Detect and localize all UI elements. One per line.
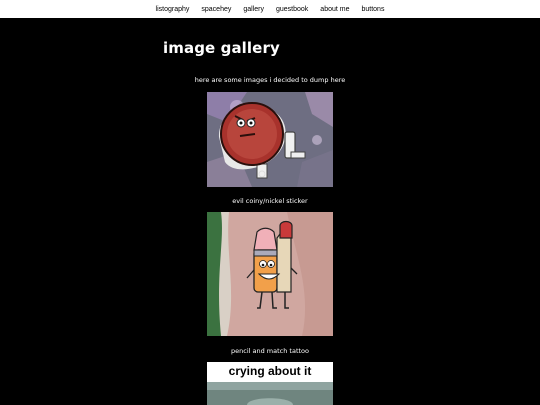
nav-link-guestbook[interactable]: guestbook (276, 6, 308, 13)
nav-link-spacehey[interactable]: spacehey (201, 6, 231, 13)
nav-link-gallery[interactable]: gallery (243, 6, 264, 13)
page-title: image gallery (163, 39, 280, 57)
gallery-caption-tattoo: pencil and match tattoo (231, 347, 309, 355)
gallery-image-pencil-match-tattoo (207, 212, 333, 336)
gallery-caption-coiny: evil coiny/nickel sticker (232, 197, 308, 205)
gallery-intro: here are some images i decided to dump h… (194, 76, 346, 84)
gallery-image-crying-meme: crying about it (207, 362, 333, 405)
gallery-image-coiny-sticker (207, 92, 333, 187)
nav-link-about-me[interactable]: about me (320, 6, 349, 13)
meme-text: crying about it (228, 364, 312, 378)
top-nav: listography spacehey gallery guestbook a… (0, 0, 540, 18)
nav-link-buttons[interactable]: buttons (361, 6, 384, 13)
nav-link-listography[interactable]: listography (156, 6, 190, 13)
